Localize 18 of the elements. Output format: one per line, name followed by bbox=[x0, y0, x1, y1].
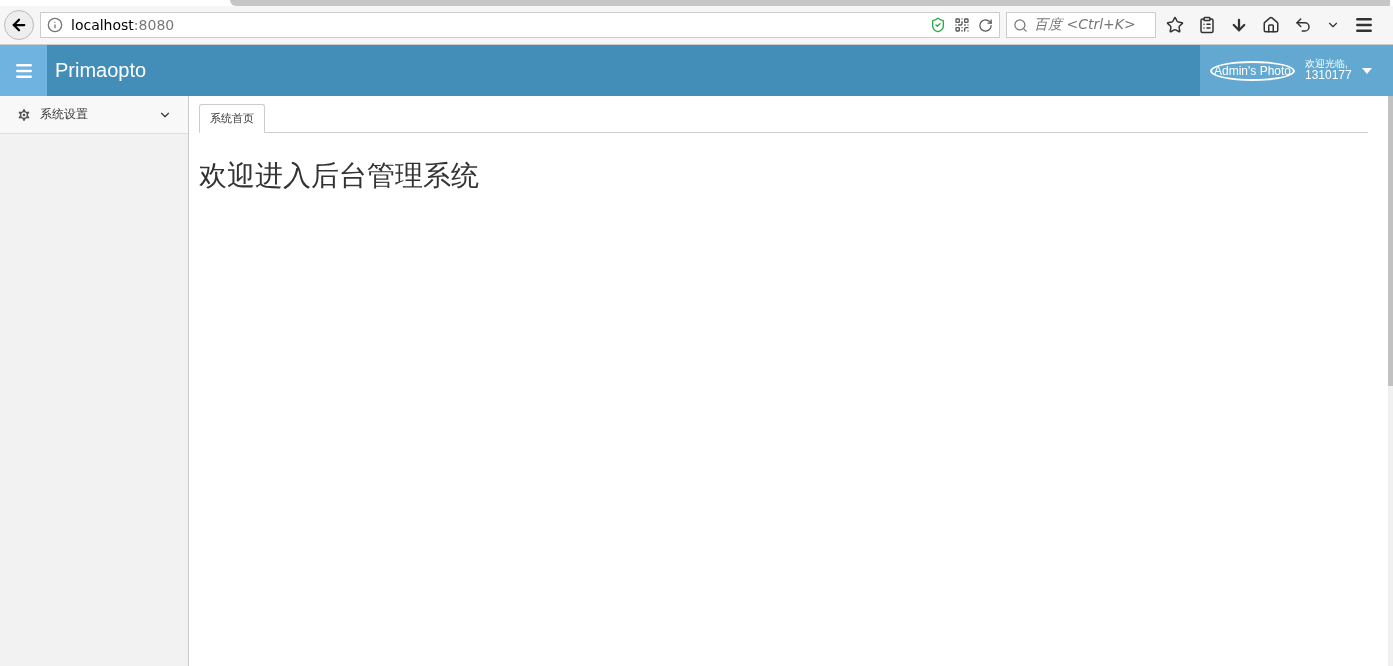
qr-code-icon[interactable] bbox=[954, 17, 970, 33]
search-icon bbox=[1013, 17, 1028, 33]
tab[interactable]: 系统首页 bbox=[199, 104, 265, 133]
search-field[interactable]: 百度 <Ctrl+K> bbox=[1006, 12, 1156, 38]
greeting-text: 欢迎光临, bbox=[1305, 57, 1348, 70]
sidebar-item[interactable]: 系统设置 bbox=[0, 96, 188, 134]
scrollbar[interactable] bbox=[1388, 96, 1393, 666]
user-id: 1310177 bbox=[1305, 69, 1352, 84]
url-field[interactable]: localhost:8080 bbox=[40, 12, 1000, 38]
avatar-placeholder: Admin's Photo bbox=[1210, 60, 1295, 81]
caret-icon bbox=[1361, 67, 1372, 74]
shield-icon[interactable] bbox=[930, 17, 946, 33]
info-icon[interactable] bbox=[47, 17, 63, 33]
reload-icon[interactable] bbox=[978, 17, 993, 33]
back-button[interactable] bbox=[4, 10, 34, 40]
welcome-heading: 欢迎进入后台管理系统 bbox=[199, 158, 480, 194]
brand-title: Primaopto bbox=[55, 59, 148, 82]
settings-icon bbox=[16, 106, 32, 123]
